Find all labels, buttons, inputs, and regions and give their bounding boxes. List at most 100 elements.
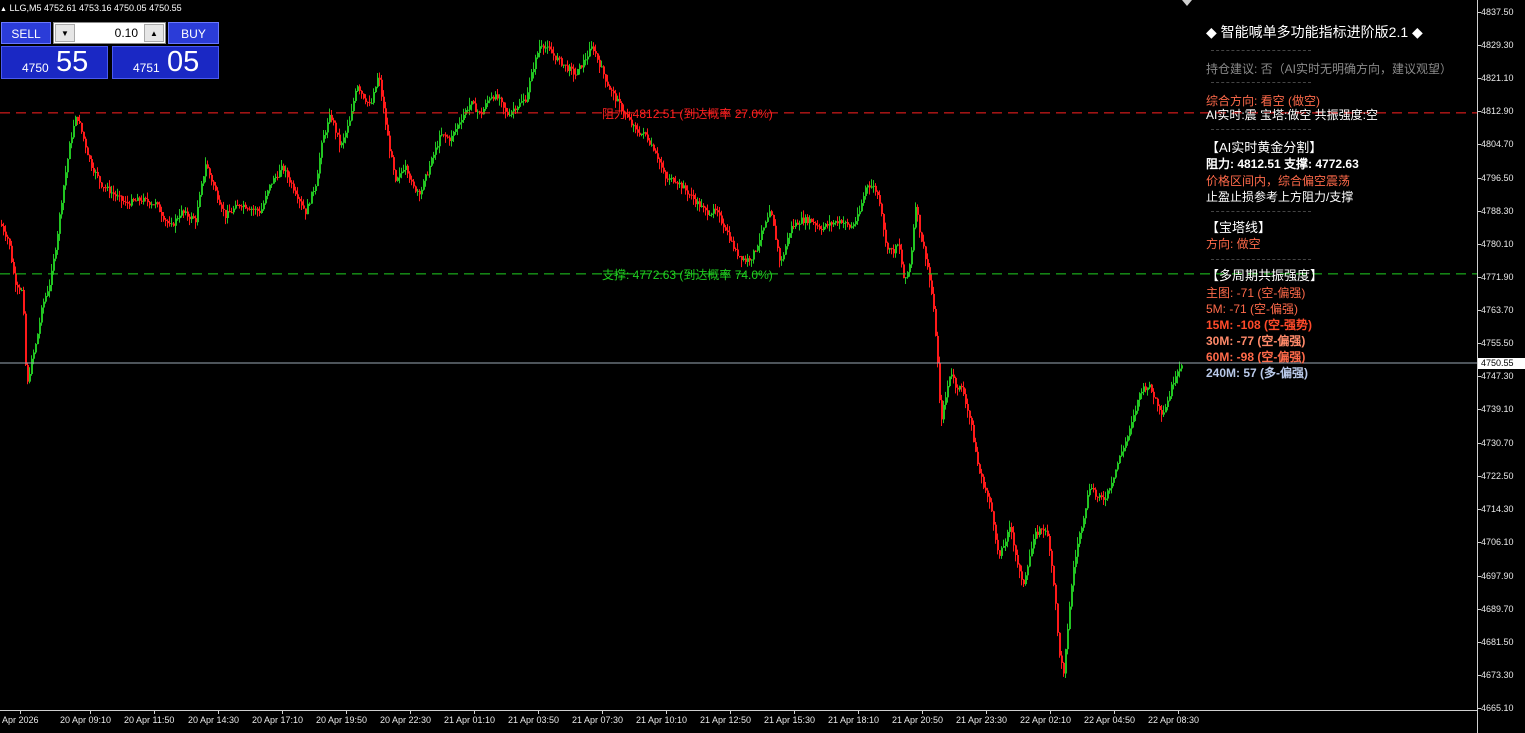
- candle-bear: [1157, 398, 1159, 406]
- candle-bull: [37, 333, 39, 345]
- candle-bull: [453, 131, 455, 136]
- bid-quote-button[interactable]: 4750 55: [1, 46, 108, 79]
- candle-bear: [163, 215, 165, 220]
- candle-bull: [765, 221, 767, 228]
- candle-bull: [651, 144, 653, 146]
- candle-bear: [127, 202, 129, 204]
- candle-bull: [455, 129, 457, 132]
- resistance-label: 阻力: 4812.51 (到达概率 27.0%): [602, 106, 773, 121]
- candle-bull: [313, 190, 315, 192]
- candle-bear: [1151, 384, 1153, 392]
- divider: [1211, 50, 1311, 51]
- candle-bear: [475, 103, 477, 113]
- candle-bull: [1045, 530, 1047, 532]
- candle-bear: [257, 208, 259, 211]
- candle-bear: [815, 223, 817, 226]
- candle-bear: [283, 165, 285, 172]
- candle-bear: [85, 138, 87, 148]
- candle-bull: [1135, 410, 1137, 416]
- chevron-down-icon[interactable]: [1182, 0, 1192, 6]
- candle-bull: [235, 204, 237, 209]
- candle-bear: [559, 57, 561, 59]
- candle-bull: [1119, 455, 1121, 464]
- candle-bear: [705, 207, 707, 211]
- candle-bull: [1163, 412, 1165, 415]
- candle-bear: [965, 394, 967, 405]
- candle-bull: [1009, 527, 1011, 532]
- candle-bull: [323, 135, 325, 143]
- candle-bull: [1113, 477, 1115, 483]
- candle-bear: [803, 217, 805, 224]
- candle-bull: [279, 170, 281, 178]
- candle-bear: [831, 222, 833, 225]
- candle-bear: [109, 186, 111, 194]
- lot-size-field[interactable]: ▼ 0.10 ▲: [53, 22, 166, 44]
- ask-quote-button[interactable]: 4751 05: [112, 46, 219, 79]
- candle-bear: [665, 171, 667, 179]
- candle-bull: [1105, 498, 1107, 500]
- candle-bull: [459, 122, 461, 125]
- price-tick-label: 4706.10: [1481, 537, 1514, 548]
- time-tick-mark: [154, 711, 155, 714]
- candle-bull: [1085, 508, 1087, 519]
- candle-bull: [457, 124, 459, 130]
- candle-bear: [239, 205, 241, 207]
- candle-bear: [165, 219, 167, 221]
- time-tick-mark: [666, 711, 667, 714]
- candle-bull: [569, 66, 571, 72]
- candle-bear: [363, 93, 365, 99]
- candle-bear: [655, 150, 657, 154]
- candle-bear: [985, 487, 987, 491]
- candle-bear: [339, 134, 341, 146]
- candle-bull: [1123, 447, 1125, 452]
- lot-decrease-button[interactable]: ▼: [55, 24, 75, 42]
- candle-bull: [59, 214, 61, 234]
- candle-bull: [531, 72, 533, 82]
- lot-size-value[interactable]: 0.10: [79, 23, 141, 43]
- candle-bear: [581, 65, 583, 68]
- price-tick-label: 4681.50: [1481, 636, 1514, 647]
- candle-bull: [1117, 463, 1119, 470]
- chart-plot-area[interactable]: 阻力: 4812.51 (到达概率 27.0%) 支撑: 4772.63 (到达…: [0, 0, 1477, 710]
- candle-bear: [609, 85, 611, 90]
- time-axis[interactable]: 20 Apr 2026 20 Apr 09:10 20 Apr 11:50 20 Ap…: [0, 710, 1477, 733]
- candle-bull: [67, 159, 69, 173]
- candle-bear: [667, 178, 669, 180]
- candle-bull: [579, 65, 581, 70]
- candle-bear: [1041, 528, 1043, 530]
- time-tick-mark: [730, 711, 731, 714]
- candle-bear: [11, 245, 13, 262]
- sell-button[interactable]: SELL: [1, 22, 51, 44]
- price-axis[interactable]: 4837.50 4829.30 4821.10 4812.90 4804.70 4796.…: [1477, 0, 1525, 733]
- candle-bear: [613, 90, 615, 94]
- resonance-5m: 5M: -71 (空-偏强): [1206, 302, 1299, 316]
- candle-bear: [903, 264, 905, 279]
- candle-bear: [1059, 632, 1061, 656]
- candle-bear: [393, 157, 395, 171]
- candle-bear: [605, 74, 607, 82]
- candle-bear: [977, 451, 979, 465]
- candle-bear: [215, 185, 217, 191]
- candle-bull: [429, 165, 431, 175]
- candle-bear: [25, 313, 27, 365]
- candle-bull: [403, 170, 405, 172]
- candle-bull: [463, 114, 465, 120]
- price-tick-label: 4755.50: [1481, 338, 1514, 349]
- candle-bull: [539, 46, 541, 53]
- candle-bull: [1099, 495, 1101, 498]
- resonance-header: 【多周期共振强度】: [1206, 268, 1324, 283]
- candle-bull: [319, 157, 321, 174]
- time-tick-label: 22 Apr 08:30: [1148, 715, 1200, 725]
- lot-increase-button[interactable]: ▲: [144, 24, 164, 42]
- candle-bull: [519, 102, 521, 107]
- buy-button[interactable]: BUY: [168, 22, 219, 44]
- candle-bull: [49, 284, 51, 292]
- candle-bear: [941, 400, 943, 420]
- candle-bear: [501, 97, 503, 103]
- candle-bear: [147, 198, 149, 203]
- candle-bear: [837, 221, 839, 224]
- candle-bull: [227, 211, 229, 219]
- candle-bear: [999, 550, 1001, 556]
- candle-bear: [543, 45, 545, 49]
- candle-bull: [489, 98, 491, 101]
